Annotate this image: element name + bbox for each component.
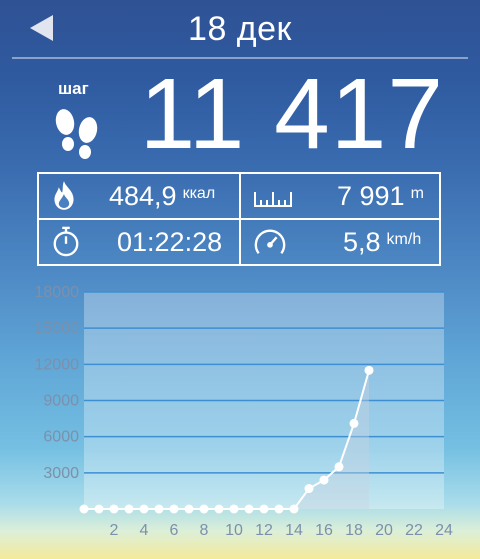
- x-tick-label: 14: [285, 522, 303, 539]
- data-point: [169, 504, 179, 514]
- footprints-icon: [55, 109, 98, 159]
- data-point: [124, 504, 134, 514]
- x-tick-label: 18: [345, 522, 363, 539]
- x-tick-label: 8: [200, 522, 209, 539]
- distance-value-wrap: 7 991 m: [337, 181, 424, 212]
- date-title: 18 дек: [188, 10, 292, 48]
- speed-value-wrap: 5,8 km/h: [343, 227, 421, 258]
- distance-unit: m: [410, 185, 424, 202]
- calories-cell: 484,9 ккал: [39, 174, 239, 218]
- calories-unit: ккал: [182, 185, 216, 202]
- data-point: [184, 504, 194, 514]
- duration-value: 01:22:28: [117, 227, 223, 257]
- data-point: [214, 504, 224, 514]
- x-tick-label: 4: [140, 522, 149, 539]
- data-point: [304, 484, 314, 494]
- y-tick-label: 15000: [35, 320, 80, 337]
- data-point: [364, 365, 374, 375]
- data-point: [244, 504, 254, 514]
- x-tick-label: 12: [255, 522, 273, 539]
- speed-value: 5,8: [343, 227, 381, 257]
- speed-unit: km/h: [386, 231, 422, 248]
- distance-value: 7 991: [337, 181, 405, 211]
- x-tick-label: 22: [405, 522, 423, 539]
- x-tick-label: 20: [375, 522, 393, 539]
- data-point: [109, 504, 119, 514]
- data-point: [139, 504, 149, 514]
- y-tick-label: 3000: [43, 465, 79, 482]
- header: 18 дек: [0, 0, 480, 58]
- calories-value: 484,9: [109, 181, 177, 211]
- data-point: [259, 504, 269, 514]
- duration-cell: 01:22:28: [39, 220, 239, 264]
- data-point: [79, 504, 89, 514]
- data-point: [229, 504, 239, 514]
- calories-value-wrap: 484,9 ккал: [109, 181, 215, 212]
- x-tick-label: 24: [435, 522, 453, 539]
- flame-icon: [54, 181, 74, 210]
- data-point: [319, 475, 329, 485]
- data-point: [349, 418, 359, 428]
- stats-panel: 484,9 ккал 7 991 m 01:22:28 5,8 km/h: [37, 172, 441, 266]
- x-tick-label: 2: [110, 522, 119, 539]
- speed-cell: 5,8 km/h: [241, 220, 441, 264]
- data-point: [94, 504, 104, 514]
- y-tick-label: 6000: [43, 429, 79, 446]
- x-tick-label: 10: [225, 522, 243, 539]
- data-point: [289, 504, 299, 514]
- stopwatch-icon: [53, 226, 79, 257]
- y-tick-label: 18000: [35, 284, 80, 301]
- y-tick-label: 12000: [35, 356, 80, 373]
- y-tick-label: 9000: [43, 393, 79, 410]
- distance-cell: 7 991 m: [241, 174, 441, 218]
- steps-label: шаг: [58, 79, 89, 98]
- data-point: [334, 462, 344, 472]
- steps-chart: 3000600090001200015000180002 4 6 8 10 12 14 16 1…: [35, 284, 454, 539]
- data-point: [199, 504, 209, 514]
- speedometer-icon: [254, 229, 286, 255]
- steps-count: 11 417: [139, 58, 444, 170]
- ruler-icon: [254, 192, 292, 207]
- x-tick-label: 6: [170, 522, 179, 539]
- data-point: [154, 504, 164, 514]
- data-point: [274, 504, 284, 514]
- x-tick-label: 16: [315, 522, 333, 539]
